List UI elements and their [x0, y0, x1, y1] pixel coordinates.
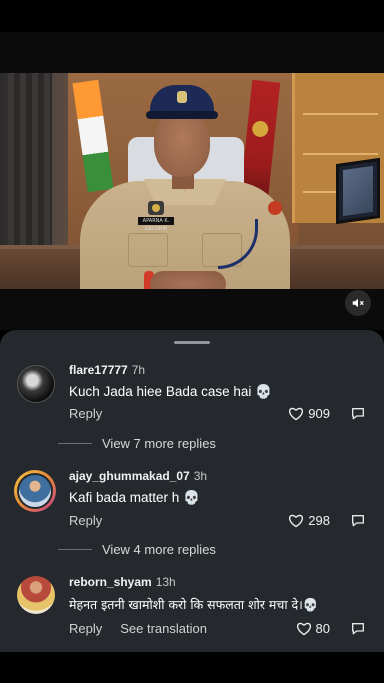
uniform-badge-icon — [148, 201, 164, 215]
like-count: 909 — [308, 406, 330, 421]
view-more-replies[interactable]: View 7 more replies — [58, 436, 216, 451]
officer-cap-brim — [146, 111, 218, 119]
reply-bubble-icon[interactable] — [350, 406, 366, 422]
reply-button[interactable]: Reply — [69, 513, 102, 528]
heart-icon — [296, 622, 311, 636]
speaker-muted-icon — [352, 298, 364, 308]
heart-icon — [289, 514, 304, 528]
comment-username[interactable]: flare17777 7h — [69, 363, 145, 377]
comment-actions: Reply — [69, 406, 102, 421]
like-button[interactable]: 909 — [288, 406, 330, 421]
status-area — [0, 0, 384, 32]
cabinet-shelf — [303, 113, 378, 115]
view-more-replies[interactable]: View 4 more replies — [58, 542, 216, 557]
avatar-story-ring[interactable] — [14, 470, 56, 512]
video-officer: APARNA K. GAUSHIK — [80, 83, 290, 289]
like-count: 298 — [308, 513, 330, 528]
shoulder-patch-icon — [268, 201, 282, 215]
avatar[interactable] — [17, 365, 55, 403]
comment-text: Kuch Jada hiee Bada case hai 💀 — [69, 384, 272, 399]
like-button[interactable]: 80 — [296, 621, 330, 636]
comment-time: 7h — [131, 363, 146, 377]
thread-line — [58, 443, 92, 444]
like-count: 80 — [315, 621, 330, 636]
comment-actions: Reply — [69, 513, 102, 528]
username-text[interactable]: flare17777 — [69, 363, 128, 377]
like-button[interactable]: 298 — [288, 513, 330, 528]
reply-button[interactable]: Reply — [69, 406, 102, 421]
officer-head — [154, 111, 210, 177]
view-more-label[interactable]: View 7 more replies — [102, 436, 216, 451]
username-text[interactable]: reborn_shyam — [69, 575, 152, 589]
reply-bubble-icon[interactable] — [350, 621, 366, 637]
video-frame[interactable]: APARNA K. GAUSHIK — [0, 73, 384, 289]
officer-nameplate: APARNA K. GAUSHIK — [138, 217, 174, 232]
reply-bubble-icon[interactable] — [350, 513, 366, 529]
heart-icon — [289, 407, 304, 421]
view-more-label[interactable]: View 4 more replies — [102, 542, 216, 557]
reply-button[interactable]: Reply — [69, 621, 102, 636]
comment-time: 13h — [155, 575, 176, 589]
comment-username[interactable]: ajay_ghummakad_07 3h — [69, 469, 207, 483]
officer-hands — [150, 271, 226, 289]
comment-text: Kafi bada matter h 💀 — [69, 490, 200, 505]
thread-line — [58, 549, 92, 550]
uniform-pocket — [128, 233, 168, 267]
cap-badge-icon — [177, 91, 187, 103]
mute-button[interactable] — [345, 290, 371, 316]
cabinet-shelf — [303, 153, 378, 155]
video-monitor — [336, 157, 380, 225]
comment-actions: Reply See translation — [69, 621, 207, 636]
sheet-drag-handle[interactable] — [174, 341, 210, 344]
bottom-bar — [0, 652, 384, 683]
username-text[interactable]: ajay_ghummakad_07 — [69, 469, 190, 483]
comment-time: 3h — [193, 469, 208, 483]
avatar — [17, 473, 53, 509]
see-translation-button[interactable]: See translation — [120, 621, 207, 636]
comments-sheet: flare17777 7h Kuch Jada hiee Bada case ha… — [0, 330, 384, 683]
avatar[interactable] — [17, 576, 55, 614]
comment-username[interactable]: reborn_shyam 13h — [69, 575, 176, 589]
comment-text: मेहनत इतनी खामोशी करो कि सफलता शोर मचा द… — [69, 597, 319, 612]
monitor-screen — [343, 165, 373, 217]
